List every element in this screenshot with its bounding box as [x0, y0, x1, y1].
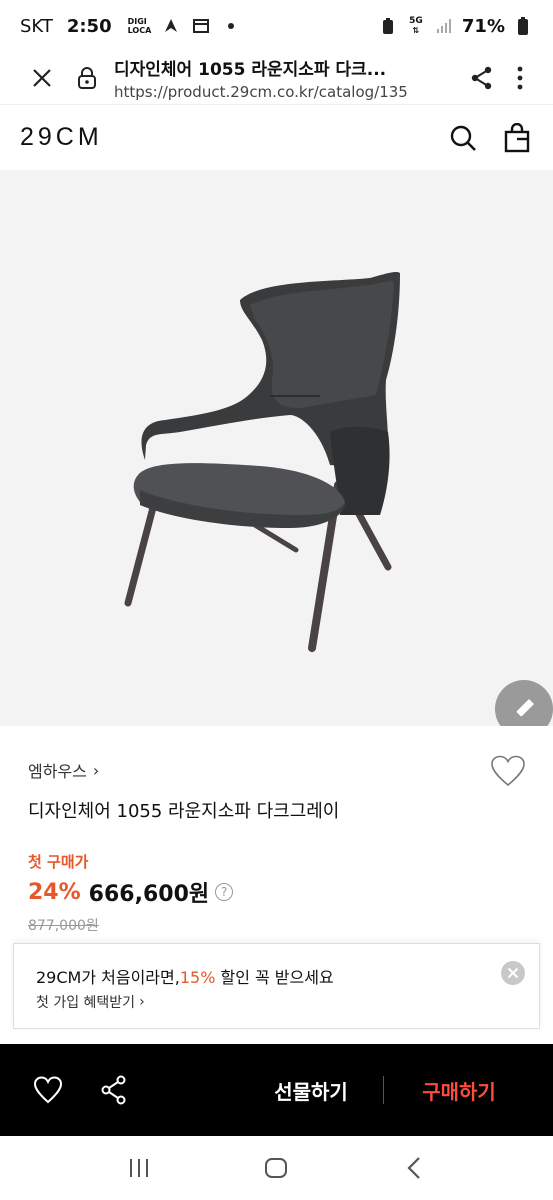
- battery-icon: [513, 16, 533, 36]
- battery-percent: 71%: [461, 15, 505, 37]
- clock: 2:50: [66, 15, 112, 37]
- status-right: 5G ⇅ 71%: [378, 16, 533, 37]
- lounge-chair-image: [124, 271, 400, 652]
- chevron-right-icon: ›: [92, 760, 100, 780]
- product-image[interactable]: [0, 170, 553, 726]
- back-icon[interactable]: [394, 1148, 434, 1188]
- more-vert-icon[interactable]: [505, 61, 535, 95]
- bottom-action-bar: 선물하기 구매하기: [0, 1044, 553, 1136]
- promo-discount: 15%: [179, 968, 216, 987]
- wishlist-heart-icon[interactable]: [490, 755, 526, 789]
- promo-message: 29CM가 처음이라면,15% 할인 꼭 받으세요: [36, 964, 334, 988]
- page-title: 디자인체어 1055 라운지소파 다크...: [114, 60, 387, 80]
- site-logo[interactable]: 29CM: [20, 123, 103, 152]
- heart-icon[interactable]: [28, 1070, 68, 1110]
- system-navigation-bar: [0, 1136, 553, 1200]
- browser-address[interactable]: 디자인체어 1055 라운지소파 다크... https://product.2…: [114, 55, 459, 101]
- home-icon[interactable]: [256, 1148, 296, 1188]
- promo-suffix: 할인 꼭 받으세요: [215, 968, 334, 987]
- browser-toolbar: 디자인체어 1055 라운지소파 다크... https://product.2…: [0, 52, 553, 104]
- recent-apps-icon[interactable]: [119, 1148, 159, 1188]
- loca-text: LOCA: [127, 26, 152, 35]
- signup-benefit-label: 첫 가입 혜택받기: [36, 995, 136, 1011]
- shopping-bag-icon[interactable]: [501, 122, 533, 154]
- network-type-label: 5G: [409, 16, 423, 26]
- original-price: 877,000원: [28, 918, 99, 934]
- help-icon[interactable]: ?: [215, 883, 234, 901]
- buy-button[interactable]: 구매하기: [384, 1044, 534, 1136]
- signal-icon: [434, 16, 454, 36]
- first-purchase-label: 첫 구매가: [28, 853, 89, 871]
- signup-promo-banner[interactable]: 29CM가 처음이라면,15% 할인 꼭 받으세요 첫 가입 혜택받기 ›: [13, 943, 540, 1029]
- calendar-icon: [191, 16, 211, 36]
- close-icon[interactable]: [26, 62, 58, 94]
- search-icon[interactable]: [447, 122, 479, 154]
- price-row: 24% 666,600원 ?: [28, 876, 234, 908]
- battery-saver-icon: [378, 16, 398, 36]
- chevron-right-icon: ›: [139, 994, 145, 1010]
- sale-price: 666,600원: [88, 882, 210, 907]
- carrier-label: SKT: [20, 15, 53, 37]
- pencil-icon: [515, 699, 534, 718]
- share-icon[interactable]: [94, 1070, 134, 1110]
- product-title: 디자인체어 1055 라운지소파 다크그레이: [28, 801, 340, 822]
- digi-text: DIGI: [127, 17, 147, 26]
- signup-benefit-link[interactable]: 첫 가입 혜택받기 ›: [36, 992, 145, 1012]
- share-icon[interactable]: [465, 61, 499, 95]
- discount-rate: 24%: [28, 879, 81, 905]
- site-header: 29CM: [0, 104, 553, 170]
- network-5g-icon: 5G ⇅: [409, 16, 423, 36]
- digi-loca-icon: DIGI LOCA: [128, 17, 152, 35]
- page-url: https://product.29cm.co.kr/catalog/135: [114, 83, 408, 101]
- gift-button[interactable]: 선물하기: [240, 1044, 382, 1136]
- brand-link[interactable]: 엠하우스 ›: [28, 758, 99, 782]
- status-bar: SKT 2:50 DIGI LOCA 5G ⇅ 71%: [0, 0, 553, 52]
- location-arrow-icon: [161, 16, 181, 36]
- promo-prefix: 29CM가 처음이라면,: [36, 968, 180, 987]
- lock-icon[interactable]: [72, 63, 102, 93]
- close-icon[interactable]: [501, 961, 525, 985]
- header-actions: [447, 122, 533, 154]
- dot-icon: [221, 16, 241, 36]
- brand-name: 엠하우스: [28, 762, 87, 781]
- status-left: SKT 2:50 DIGI LOCA: [20, 16, 241, 37]
